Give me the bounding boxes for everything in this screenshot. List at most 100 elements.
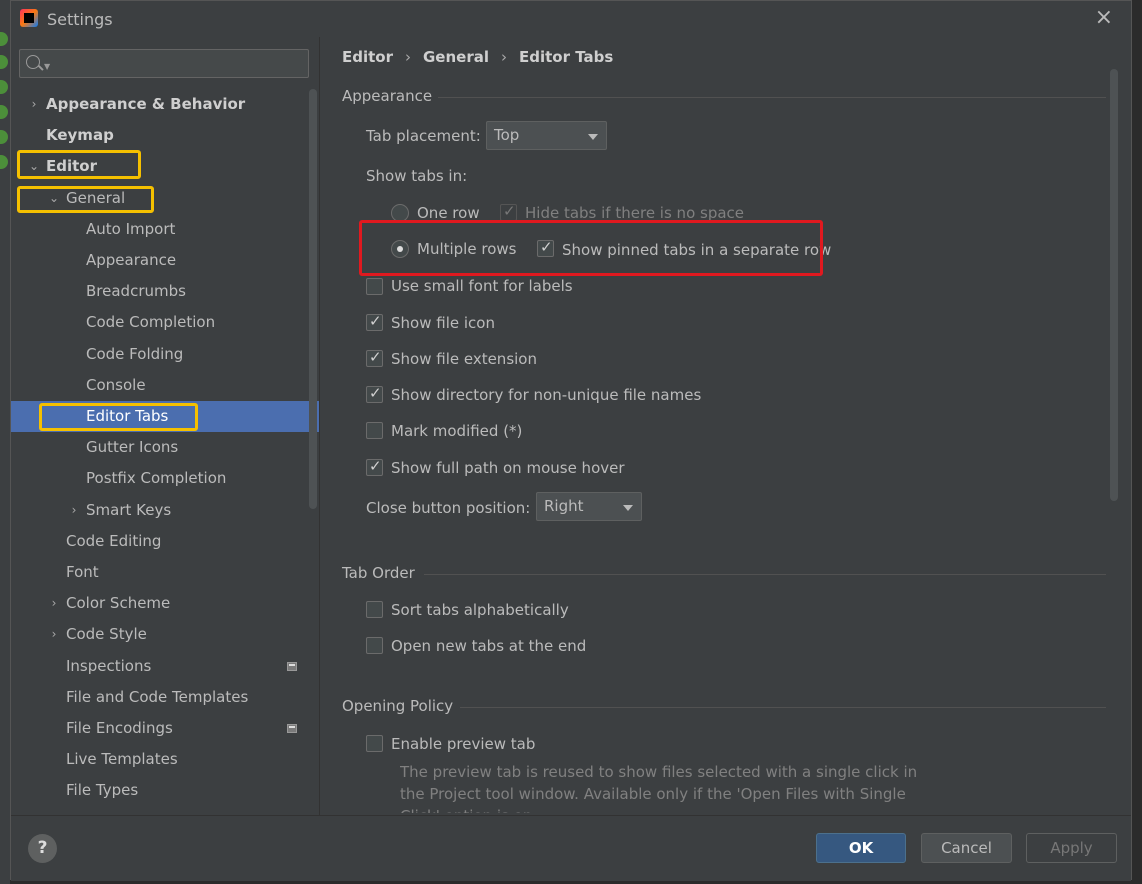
small-font-checkbox[interactable] — [366, 278, 383, 295]
show-file-icon-label: Show file icon — [391, 314, 495, 332]
sidebar-item-label: Postfix Completion — [86, 469, 227, 488]
cancel-button[interactable]: Cancel — [921, 833, 1012, 863]
sidebar-item-label: Inspections — [66, 656, 152, 675]
status-dot-icon — [0, 32, 8, 46]
sidebar-item-label: Auto Import — [86, 219, 176, 238]
one-row-radio[interactable] — [391, 204, 409, 222]
sidebar-item-code-completion[interactable]: Code Completion — [11, 307, 319, 338]
breadcrumb-item-general[interactable]: General — [423, 48, 489, 66]
tab-placement-value: Top — [494, 126, 520, 144]
sidebar-item-label: File and Code Templates — [66, 687, 249, 706]
sidebar-item-editor[interactable]: ⌄ Editor — [11, 151, 319, 182]
sidebar-item-smart-keys[interactable]: › Smart Keys — [11, 495, 319, 526]
sidebar-item-label: Appearance & Behavior — [46, 95, 246, 113]
window-title: Settings — [47, 10, 113, 29]
sidebar-item-label: Code Editing — [66, 531, 162, 550]
section-divider — [460, 707, 1106, 708]
apply-button[interactable]: Apply — [1026, 833, 1117, 863]
chevron-right-icon[interactable]: › — [27, 89, 41, 120]
section-divider — [424, 574, 1106, 575]
section-appearance: Appearance — [342, 87, 433, 105]
enable-preview-tab-checkbox[interactable] — [366, 735, 383, 752]
sort-tabs-label: Sort tabs alphabetically — [391, 601, 569, 619]
section-tab-order: Tab Order — [342, 564, 415, 582]
sidebar-item-gutter-icons[interactable]: Gutter Icons — [11, 432, 319, 463]
sidebar-item-console[interactable]: Console — [11, 370, 319, 401]
sidebar-item-breadcrumbs[interactable]: Breadcrumbs — [11, 276, 319, 307]
full-path-hover-checkbox[interactable] — [366, 457, 383, 476]
sidebar-scrollbar[interactable] — [309, 89, 317, 509]
help-icon[interactable]: ? — [28, 834, 57, 863]
sidebar-item-appearance[interactable]: Appearance — [11, 245, 319, 276]
sidebar-item-label: Console — [86, 375, 146, 394]
sidebar-item-label: Editor — [46, 157, 97, 176]
section-opening-policy: Opening Policy — [342, 697, 454, 715]
sidebar-item-label: Keymap — [46, 126, 114, 145]
sidebar-item-label: Editor Tabs — [86, 407, 169, 425]
breadcrumb-item-editor[interactable]: Editor — [342, 48, 393, 66]
sidebar-item-label: Color Scheme — [66, 594, 171, 613]
dropdown-arrow-icon — [588, 134, 598, 140]
sidebar-item-editor-tabs[interactable]: Editor Tabs — [11, 401, 319, 432]
sidebar-item-live-templates[interactable]: Live Templates — [11, 744, 319, 775]
status-dot-icon — [0, 130, 8, 144]
show-file-extension-checkbox[interactable] — [366, 348, 383, 367]
show-directory-label: Show directory for non-unique file names — [391, 386, 702, 404]
pinned-tabs-checkbox[interactable] — [537, 238, 554, 257]
sidebar-item-file-and-code-templates[interactable]: File and Code Templates — [11, 682, 319, 713]
section-divider — [438, 97, 1106, 98]
sidebar-item-general[interactable]: ⌄ General — [11, 183, 319, 214]
sidebar-item-auto-import[interactable]: Auto Import — [11, 214, 319, 245]
sidebar-item-file-encodings[interactable]: File Encodings — [11, 713, 319, 744]
chevron-right-icon[interactable]: › — [47, 619, 61, 650]
pinned-tabs-label: Show pinned tabs in a separate row — [562, 241, 832, 259]
sidebar-item-label: Breadcrumbs — [86, 282, 186, 301]
sidebar-item-color-scheme[interactable]: › Color Scheme — [11, 588, 319, 619]
show-file-icon-checkbox[interactable] — [366, 312, 383, 331]
close-button-position-select[interactable]: Right — [536, 492, 642, 521]
tab-placement-select[interactable]: Top — [486, 121, 607, 150]
search-icon — [26, 55, 40, 69]
chevron-down-icon[interactable]: ⌄ — [47, 183, 61, 214]
small-font-label: Use small font for labels — [391, 277, 573, 295]
ok-button[interactable]: OK — [816, 833, 906, 863]
sidebar-item-code-folding[interactable]: Code Folding — [11, 339, 319, 370]
sidebar-item-code-editing[interactable]: Code Editing — [11, 526, 319, 557]
chevron-right-icon[interactable]: › — [67, 495, 81, 526]
multiple-rows-radio[interactable] — [391, 240, 409, 258]
mark-modified-checkbox[interactable] — [366, 422, 383, 439]
sidebar-item-label: General — [66, 188, 126, 207]
show-tabs-in-label: Show tabs in: — [366, 167, 468, 185]
intellij-logo-icon — [20, 9, 38, 27]
sidebar-item-label: Code Style — [66, 625, 147, 644]
breadcrumb-item-editor-tabs: Editor Tabs — [519, 48, 614, 66]
sidebar-item-inspections[interactable]: Inspections — [11, 651, 319, 682]
status-dot-icon — [0, 105, 8, 119]
sidebar-item-file-types[interactable]: File Types — [11, 775, 319, 806]
open-tabs-at-end-checkbox[interactable] — [366, 637, 383, 654]
sidebar-item-postfix-completion[interactable]: Postfix Completion — [11, 463, 319, 494]
sort-tabs-checkbox[interactable] — [366, 601, 383, 618]
enable-preview-tab-label: Enable preview tab — [391, 735, 536, 753]
sidebar-item-code-style[interactable]: › Code Style — [11, 619, 319, 650]
full-path-hover-label: Show full path on mouse hover — [391, 459, 625, 477]
sidebar-item-label: Appearance — [86, 251, 177, 269]
sidebar-item-appearance-behavior[interactable]: › Appearance & Behavior — [11, 89, 319, 120]
status-dot-icon — [0, 55, 8, 69]
sidebar-item-keymap[interactable]: Keymap — [11, 120, 319, 151]
multiple-rows-label: Multiple rows — [417, 240, 517, 258]
sidebar-item-label: Smart Keys — [86, 500, 172, 519]
hide-tabs-checkbox[interactable] — [500, 202, 517, 221]
breadcrumb-separator-icon: › — [405, 48, 411, 66]
close-icon[interactable]: × — [1095, 7, 1113, 29]
chevron-down-icon[interactable]: ⌄ — [27, 151, 41, 182]
settings-sidebar: ▼ › Appearance & Behavior Keymap ⌄ Editor ⌄ Ge… — [11, 37, 319, 815]
show-directory-checkbox[interactable] — [366, 384, 383, 403]
show-file-extension-label: Show file extension — [391, 350, 537, 368]
hide-tabs-label: Hide tabs if there is no space — [525, 204, 745, 222]
ide-background-left — [0, 0, 10, 884]
content-scrollbar[interactable] — [1110, 69, 1118, 501]
sidebar-item-font[interactable]: Font — [11, 557, 319, 588]
search-input[interactable]: ▼ — [19, 49, 309, 78]
chevron-right-icon[interactable]: › — [47, 588, 61, 619]
